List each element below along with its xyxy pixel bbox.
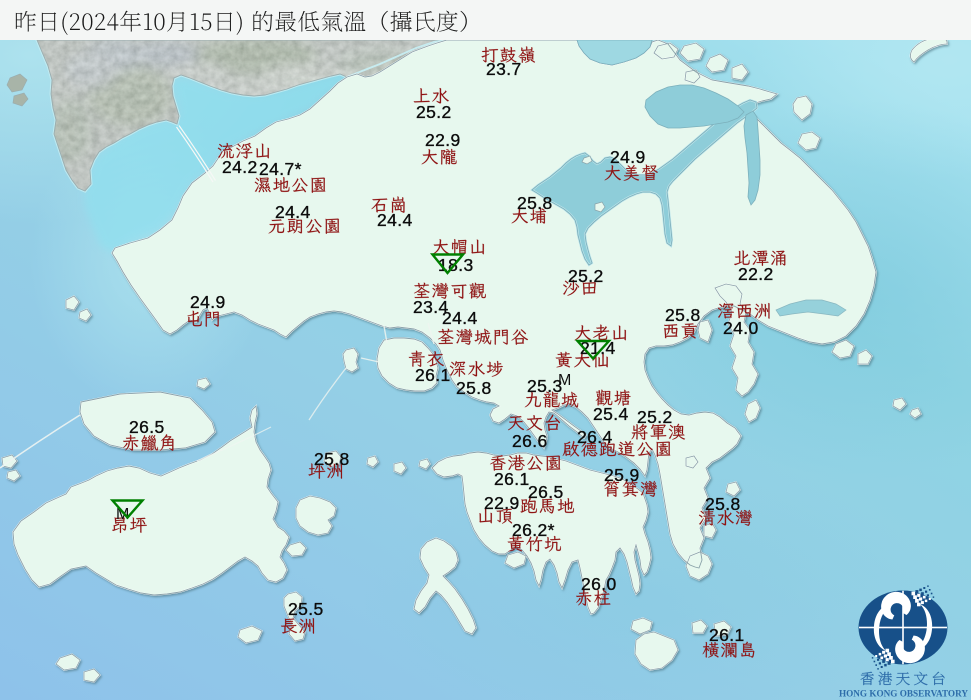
svg-text:26.2*: 26.2*: [512, 520, 555, 540]
svg-text:26.1: 26.1: [415, 365, 451, 385]
svg-text:26.0: 26.0: [581, 574, 617, 594]
svg-text:25.8: 25.8: [665, 305, 701, 325]
svg-text:26.6: 26.6: [512, 431, 548, 451]
svg-text:24.9: 24.9: [190, 292, 226, 312]
svg-text:22.9: 22.9: [425, 130, 461, 150]
svg-text:24.4: 24.4: [275, 202, 311, 222]
svg-text:25.2: 25.2: [637, 407, 673, 427]
svg-text:HONG KONG OBSERVATORY: HONG KONG OBSERVATORY: [839, 689, 968, 699]
svg-text:M: M: [558, 372, 571, 389]
svg-text:25.8: 25.8: [705, 494, 741, 514]
svg-text:22.9: 22.9: [484, 493, 520, 513]
svg-text:18.3: 18.3: [438, 255, 474, 275]
svg-text:26.1: 26.1: [494, 469, 530, 489]
svg-text:24.0: 24.0: [723, 318, 759, 338]
svg-text:M: M: [116, 506, 129, 523]
svg-text:26.5: 26.5: [129, 417, 165, 437]
svg-text:25.8: 25.8: [314, 449, 350, 469]
svg-text:24.7*: 24.7*: [259, 159, 302, 179]
svg-text:25.4: 25.4: [593, 404, 629, 424]
svg-text:25.8: 25.8: [456, 378, 492, 398]
svg-text:24.4: 24.4: [442, 308, 478, 328]
svg-text:22.2: 22.2: [738, 264, 774, 284]
svg-text:26.5: 26.5: [528, 482, 564, 502]
svg-text:24.9: 24.9: [610, 147, 646, 167]
svg-text:24.2: 24.2: [222, 157, 258, 177]
svg-text:25.9: 25.9: [604, 465, 640, 485]
svg-text:26.4: 26.4: [577, 427, 613, 447]
svg-text:26.1: 26.1: [709, 625, 745, 645]
svg-text:24.4: 24.4: [377, 210, 413, 230]
svg-text:25.5: 25.5: [288, 599, 324, 619]
svg-text:25.2: 25.2: [568, 266, 604, 286]
svg-text:25.2: 25.2: [416, 102, 452, 122]
svg-text:23.7: 23.7: [486, 59, 522, 79]
svg-text:25.8: 25.8: [517, 193, 553, 213]
